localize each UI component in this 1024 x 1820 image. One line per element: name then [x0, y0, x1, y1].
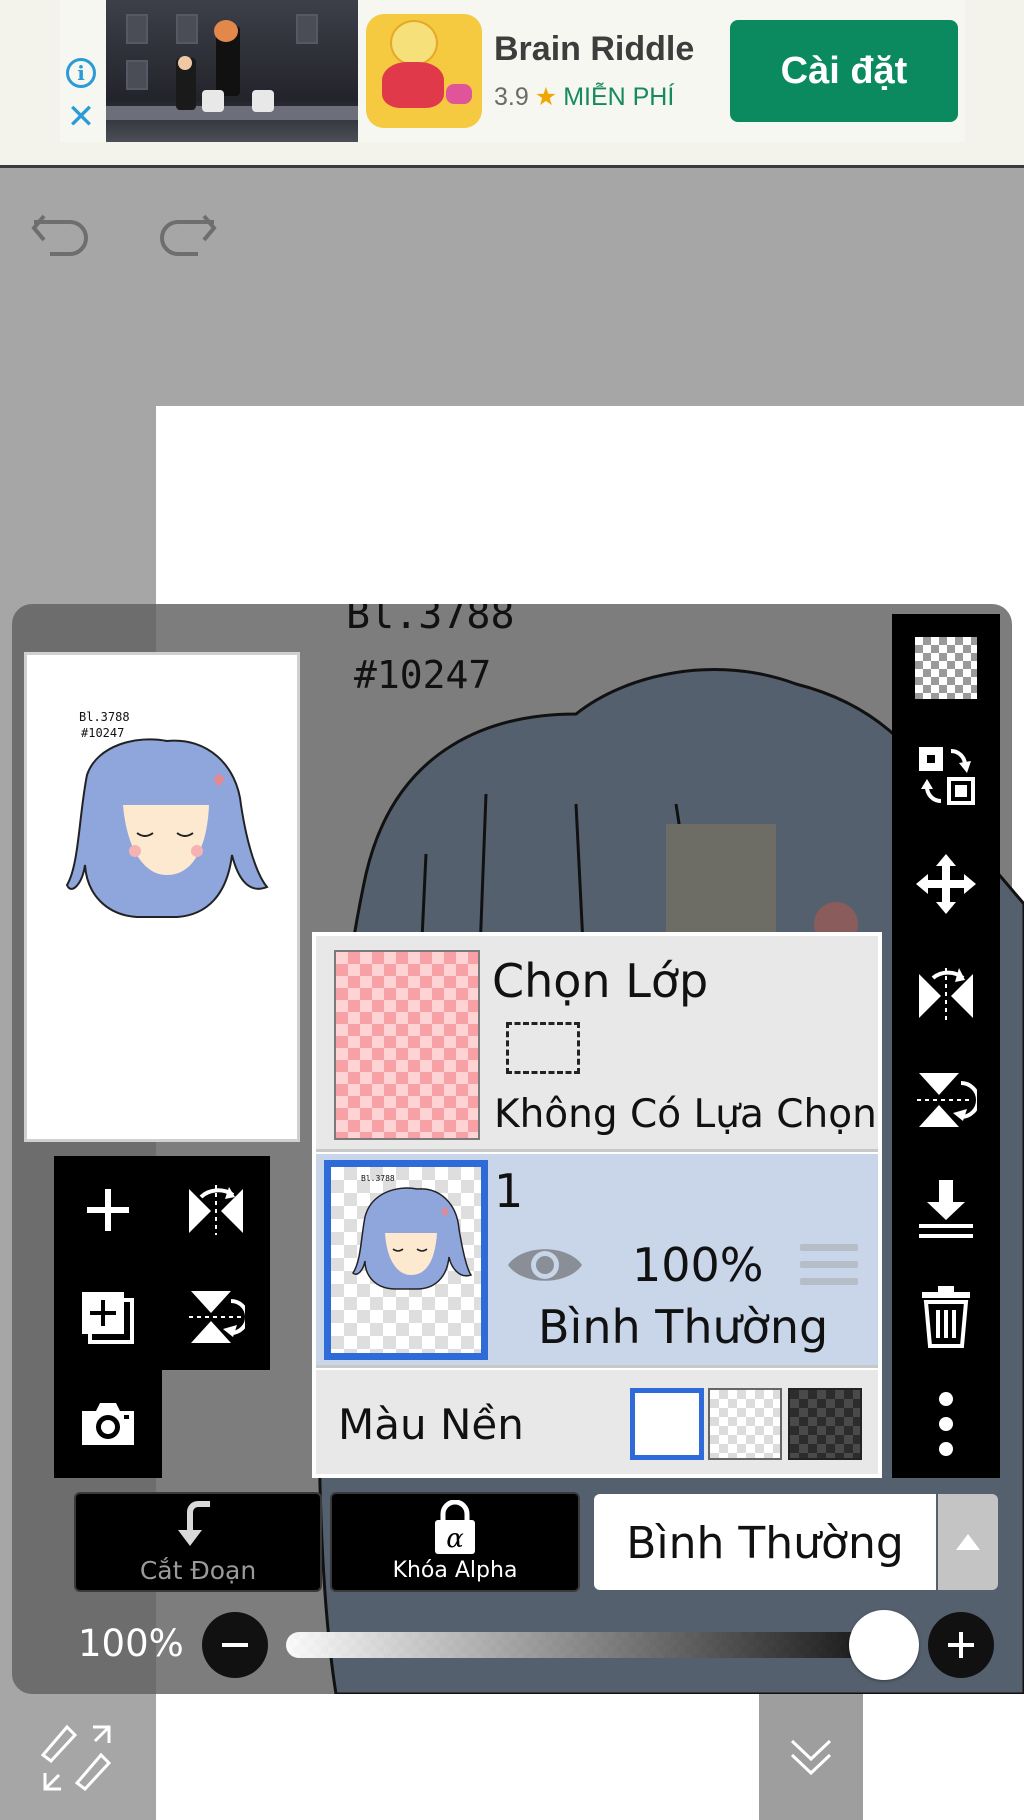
background-dark-swatch[interactable] [788, 1388, 862, 1460]
back-arrow-icon[interactable] [894, 1694, 1024, 1820]
background-white-swatch[interactable] [630, 1388, 704, 1460]
star-icon: ★ [534, 83, 558, 111]
selection-status: Không Có Lựa Chọn [494, 1092, 877, 1137]
duplicate-layer-icon[interactable] [54, 1263, 162, 1370]
clipping-button[interactable]: Cắt Đoạn [74, 1492, 322, 1592]
ad-banner[interactable]: i ✕ Brain Riddle 3.9 ★ MIỄN PHÍ Cài đặt [0, 0, 1024, 168]
clipping-label: Cắt Đoạn [139, 1556, 257, 1585]
layer-blend-mode: Bình Thường [538, 1300, 829, 1354]
selection-layer-thumbnail [334, 950, 480, 1140]
layer-thumbnail[interactable]: Bl.3788 [324, 1160, 488, 1360]
layer-thumb-caption: Bl.3788 [361, 1174, 395, 1183]
move-icon[interactable] [892, 830, 1000, 938]
ad-app-title[interactable]: Brain Riddle [494, 30, 694, 69]
alpha-lock-button[interactable]: α Khóa Alpha [330, 1492, 580, 1592]
selection-layer-row[interactable]: Chọn Lớp Không Có Lựa Chọn [316, 936, 878, 1152]
flip-layer-horizontal-icon[interactable] [892, 938, 1000, 1046]
select-layer-transform-icon[interactable] [892, 722, 1000, 830]
background-color-row: Màu Nền [316, 1370, 878, 1474]
more-icon[interactable] [892, 1370, 1000, 1478]
preview-caption-2: #10247 [81, 726, 124, 740]
layer-tools-left [54, 1156, 270, 1478]
info-icon[interactable]: i [66, 58, 96, 88]
preview-caption-1: Bl.3788 [79, 710, 130, 724]
bottom-toolbar [0, 1694, 1024, 1820]
eye-icon[interactable] [506, 1238, 584, 1292]
triangle-up-icon [956, 1534, 980, 1550]
selection-layer-title: Chọn Lớp [492, 954, 709, 1008]
flip-vertical-icon[interactable] [162, 1263, 270, 1370]
opacity-slider-knob[interactable] [849, 1610, 919, 1680]
install-button[interactable]: Cài đặt [730, 20, 958, 122]
alpha-lock-label: Khóa Alpha [392, 1558, 518, 1583]
camera-icon[interactable] [54, 1370, 162, 1477]
opacity-decrease-button[interactable] [202, 1612, 268, 1678]
blend-mode-value: Bình Thường [626, 1518, 904, 1569]
opacity-slider-track[interactable] [286, 1632, 908, 1658]
arrow-up-icon[interactable] [594, 1694, 724, 1820]
ad-rating: 3.9 ★ MIỄN PHÍ [494, 82, 674, 112]
merge-down-icon[interactable] [892, 1154, 1000, 1262]
minus-icon [222, 1643, 248, 1647]
lock-icon: α [332, 1500, 578, 1554]
layer-tools-right [892, 614, 1000, 1478]
transform-tool-icon[interactable] [12, 1694, 142, 1820]
flip-layer-vertical-icon[interactable] [892, 1046, 1000, 1154]
layer-name[interactable]: 1 [494, 1164, 523, 1218]
opacity-increase-button[interactable] [928, 1612, 994, 1678]
circle-icon[interactable] [294, 1694, 424, 1820]
layer-list: Chọn Lớp Không Có Lựa Chọn Bl.3788 1 100… [312, 932, 882, 1478]
blend-mode-select[interactable]: Bình Thường [594, 1494, 936, 1590]
transparent-checker-icon[interactable] [892, 614, 1000, 722]
undo-icon[interactable] [30, 204, 94, 260]
opacity-value: 100% [78, 1622, 184, 1665]
flip-horizontal-icon[interactable] [162, 1156, 270, 1263]
clipping-icon [76, 1500, 320, 1554]
redo-icon[interactable] [154, 204, 218, 260]
brush-icon[interactable] [144, 1694, 274, 1820]
plus-icon [948, 1632, 974, 1658]
trash-icon[interactable] [892, 1262, 1000, 1370]
add-layer-icon[interactable] [54, 1156, 162, 1263]
drag-handle-icon[interactable] [800, 1244, 858, 1288]
close-icon[interactable]: ✕ [64, 100, 98, 134]
rating-value: 3.9 [494, 83, 529, 111]
canvas-preview[interactable]: Bl.3788 #10247 [24, 652, 300, 1142]
svg-text:α: α [446, 1524, 464, 1554]
background-color-label: Màu Nền [338, 1400, 524, 1449]
app-icon[interactable] [366, 14, 482, 128]
chevron-down-double-icon[interactable] [759, 1694, 863, 1820]
price-label: MIỄN PHÍ [563, 83, 675, 111]
background-transparent-swatch[interactable] [708, 1388, 782, 1460]
canvas-caption-1: Bl.3788 [346, 604, 515, 638]
layer-opacity: 100% [632, 1238, 764, 1292]
ad-game-image[interactable] [106, 0, 358, 142]
blend-mode-dropdown-button[interactable] [938, 1494, 998, 1590]
selection-marquee-icon [506, 1022, 580, 1074]
square-icon[interactable] [444, 1694, 574, 1820]
canvas-caption-2: #10247 [354, 653, 491, 697]
layer-row[interactable]: Bl.3788 1 100% Bình Thường [316, 1154, 878, 1368]
